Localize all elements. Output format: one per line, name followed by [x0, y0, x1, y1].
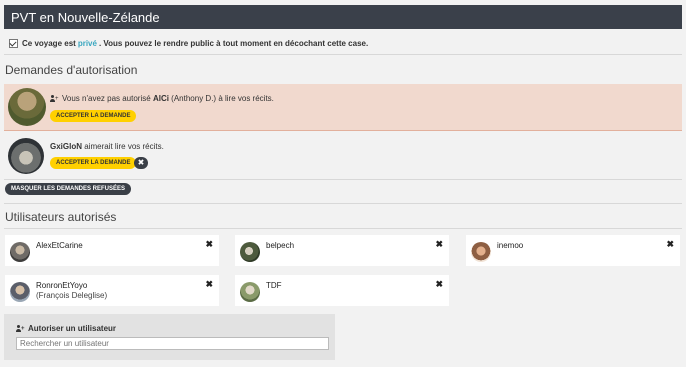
divider — [4, 228, 682, 229]
request-text: + Vous n'avez pas autorisé AlCi (Anthony … — [50, 94, 274, 103]
authorized-title: Utilisateurs autorisés — [5, 210, 117, 224]
authorized-user-card: belpech ✖ — [235, 235, 449, 266]
close-icon[interactable]: ✖ — [205, 279, 213, 290]
search-user-input[interactable] — [16, 337, 329, 350]
close-icon[interactable]: ✖ — [435, 239, 443, 250]
authorized-user-card: inemoo ✖ — [466, 235, 680, 266]
request-row-1: + Vous n'avez pas autorisé AlCi (Anthony … — [4, 84, 682, 131]
close-icon[interactable]: ✖ — [134, 157, 148, 169]
accept-request-button[interactable]: ACCEPTER LA DEMANDE — [50, 157, 137, 169]
avatar — [8, 138, 44, 174]
user-name[interactable]: RonronEtYoyo — [36, 281, 87, 290]
avatar — [10, 242, 30, 262]
user-plus-icon: + — [16, 325, 25, 332]
privacy-row: Ce voyage est privé . Vous pouvez le ren… — [9, 39, 368, 48]
avatar — [10, 282, 30, 302]
page-header: PVT en Nouvelle-Zélande — [4, 5, 682, 29]
user-name[interactable]: belpech — [266, 241, 294, 250]
requests-title: Demandes d'autorisation — [5, 63, 138, 77]
user-name[interactable]: TDF — [266, 281, 282, 290]
close-icon[interactable]: ✖ — [205, 239, 213, 250]
user-plus-icon: + — [50, 95, 59, 102]
divider — [4, 179, 682, 180]
authorized-user-card: TDF ✖ — [235, 275, 449, 306]
user-realname: (François Deleglise) — [36, 291, 108, 300]
request-user[interactable]: AlCi — [153, 94, 169, 103]
user-name[interactable]: inemoo — [497, 241, 523, 250]
private-checkbox[interactable] — [9, 39, 18, 48]
privacy-link[interactable]: privé — [78, 39, 97, 48]
avatar — [8, 88, 46, 126]
authorize-label: + Autoriser un utilisateur — [16, 324, 116, 333]
close-icon[interactable]: ✖ — [435, 279, 443, 290]
divider — [4, 203, 682, 204]
authorized-user-card: AlexEtCarine ✖ — [5, 235, 219, 266]
request-text: GxiGloN aimerait lire vos récits. — [50, 142, 164, 151]
avatar — [471, 242, 491, 262]
avatar — [240, 242, 260, 262]
page-title: PVT en Nouvelle-Zélande — [11, 10, 160, 25]
privacy-text: Ce voyage est — [22, 39, 76, 48]
privacy-note: . Vous pouvez le rendre public à tout mo… — [98, 39, 369, 48]
request-user[interactable]: GxiGloN — [50, 142, 82, 151]
authorized-user-card: RonronEtYoyo (François Deleglise) ✖ — [5, 275, 219, 306]
user-name[interactable]: AlexEtCarine — [36, 241, 83, 250]
close-icon[interactable]: ✖ — [666, 239, 674, 250]
avatar — [240, 282, 260, 302]
hide-refused-button[interactable]: MASQUER LES DEMANDES REFUSÉES — [5, 183, 132, 195]
authorize-user-panel: + Autoriser un utilisateur — [4, 314, 335, 360]
accept-request-button[interactable]: ACCEPTER LA DEMANDE — [50, 110, 137, 122]
divider — [4, 54, 682, 55]
